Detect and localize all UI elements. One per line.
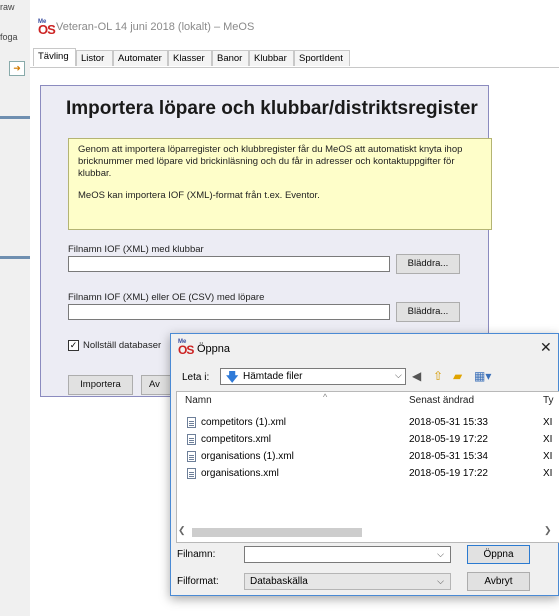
background-text-fragment: foga — [0, 32, 18, 42]
list-item[interactable]: competitors (1).xml 2018-05-31 15:33 XI — [187, 416, 557, 431]
info-paragraph: Genom att importera löparregister och kl… — [78, 144, 463, 179]
xml-file-icon — [187, 468, 196, 479]
new-folder-icon[interactable]: ▰ — [453, 369, 462, 383]
runners-file-label: Filnamn IOF (XML) eller OE (CSV) med löp… — [68, 292, 265, 303]
open-file-dialog: Me OS Öppna ✕ Leta i: 🡇 Hämtade filer ⌵ ◀… — [170, 333, 559, 596]
info-paragraph: MeOS kan importera IOF (XML)-format från… — [78, 190, 320, 201]
reset-database-label: Nollställ databaser — [83, 340, 162, 351]
meos-logo-icon: Me OS — [38, 19, 56, 37]
background-divider — [0, 116, 30, 119]
scroll-left-icon[interactable]: ❮ — [178, 525, 186, 536]
filetype-dropdown[interactable]: Databaskälla ⌵ — [244, 573, 451, 590]
tab-sportident[interactable]: SportIdent — [294, 50, 350, 66]
import-button[interactable]: Importera — [68, 375, 133, 395]
filetype-label: Filformat: — [177, 576, 219, 587]
tab-listor[interactable]: Listor — [76, 50, 113, 66]
tab-automater[interactable]: Automater — [113, 50, 168, 66]
scroll-right-icon[interactable]: ❯ — [544, 525, 552, 536]
xml-file-icon — [187, 434, 196, 445]
sort-ascending-icon: ^ — [323, 392, 328, 402]
runners-browse-button[interactable]: Bläddra... — [396, 302, 460, 322]
xml-file-icon — [187, 451, 196, 462]
horizontal-scrollbar[interactable]: ❮ ❯ — [176, 525, 559, 539]
view-menu-icon[interactable]: ▦▾ — [474, 369, 491, 383]
up-folder-icon[interactable]: ⇧ — [433, 369, 443, 383]
panel-title: Importera löpare och klubbar/distriktsre… — [66, 98, 478, 119]
close-icon[interactable]: ✕ — [540, 339, 552, 356]
dialog-title: Öppna — [197, 343, 231, 355]
arrow-right-icon[interactable]: ➜ — [9, 61, 25, 76]
downloads-folder-icon: 🡇 — [226, 370, 239, 384]
list-item[interactable]: organisations.xml 2018-05-19 17:22 XI — [187, 467, 557, 482]
info-box: Genom att importera löparregister och kl… — [68, 138, 492, 230]
tab-banor[interactable]: Banor — [212, 50, 249, 66]
window-title: Veteran-OL 14 juni 2018 (lokalt) – MeOS — [56, 21, 255, 33]
filename-input[interactable]: ⌵ — [244, 546, 451, 563]
filename-label: Filnamn: — [177, 549, 216, 560]
chevron-down-icon: ⌵ — [437, 549, 444, 559]
title-bar: Me OS Veteran-OL 14 juni 2018 (lokalt) – … — [30, 17, 559, 37]
list-item[interactable]: organisations (1).xml 2018-05-31 15:34 X… — [187, 450, 557, 465]
column-header-modified[interactable]: Senast ändrad — [409, 395, 474, 406]
background-divider — [0, 256, 30, 259]
look-in-dropdown[interactable]: 🡇 Hämtade filer ⌵ — [220, 368, 406, 385]
tab-klasser[interactable]: Klasser — [168, 50, 212, 66]
scrollbar-thumb[interactable] — [192, 528, 362, 537]
open-button[interactable]: Öppna — [467, 545, 530, 564]
meos-logo-icon: Me OS — [178, 339, 194, 357]
list-item[interactable]: competitors.xml 2018-05-19 17:22 XI — [187, 433, 557, 448]
chevron-down-icon: ⌵ — [395, 370, 402, 380]
runners-file-input[interactable] — [68, 304, 390, 320]
column-header-name[interactable]: Namn — [185, 395, 212, 406]
clubs-file-input[interactable] — [68, 256, 390, 272]
main-tab-bar: Tävling Listor Automater Klasser Banor K… — [30, 48, 559, 68]
look-in-label: Leta i: — [182, 372, 210, 383]
column-header-type[interactable]: Ty — [543, 395, 554, 406]
dialog-cancel-button[interactable]: Avbryt — [467, 572, 530, 591]
background-text-fragment: raw — [0, 2, 15, 12]
clubs-browse-button[interactable]: Bläddra... — [396, 254, 460, 274]
look-in-value: Hämtade filer — [243, 371, 303, 382]
tab-klubbar[interactable]: Klubbar — [249, 50, 294, 66]
background-app-strip: raw foga ➜ — [0, 0, 31, 616]
tab-tavling[interactable]: Tävling — [33, 48, 76, 66]
reset-database-checkbox[interactable]: ✓ — [68, 340, 79, 351]
clubs-file-label: Filnamn IOF (XML) med klubbar — [68, 244, 204, 255]
file-list: Namn ^ Senast ändrad Ty competitors (1).… — [176, 391, 559, 543]
cancel-button[interactable]: Av — [141, 375, 171, 395]
chevron-down-icon: ⌵ — [437, 576, 444, 586]
back-icon[interactable]: ◀ — [412, 369, 421, 383]
xml-file-icon — [187, 417, 196, 428]
